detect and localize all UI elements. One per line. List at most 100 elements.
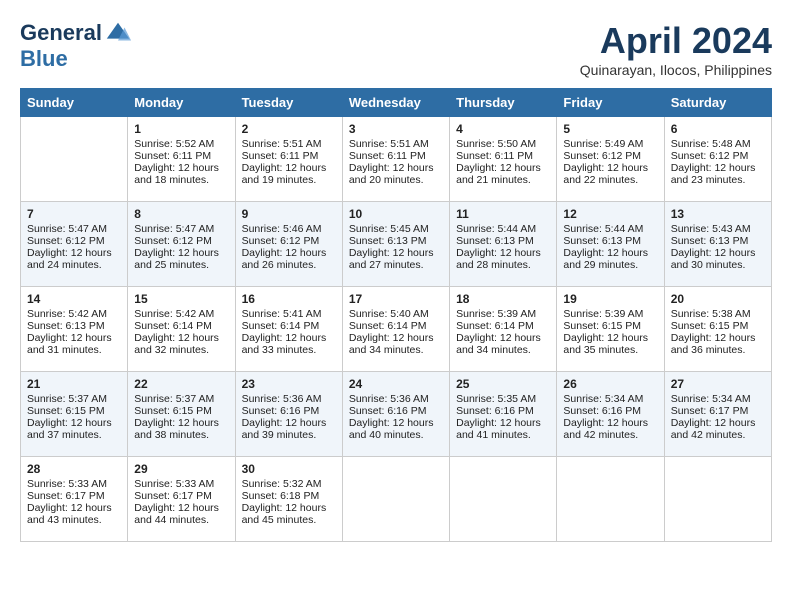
- cell-info-line: and 20 minutes.: [349, 174, 443, 186]
- cell-info-line: Sunset: 6:16 PM: [242, 405, 336, 417]
- cell-info-line: and 38 minutes.: [134, 429, 228, 441]
- cell-info-line: Sunrise: 5:34 AM: [671, 393, 765, 405]
- cell-info-line: Sunrise: 5:48 AM: [671, 138, 765, 150]
- calendar-cell: 23Sunrise: 5:36 AMSunset: 6:16 PMDayligh…: [235, 372, 342, 457]
- cell-info-line: Sunset: 6:15 PM: [27, 405, 121, 417]
- calendar-cell: 1 Sunrise: 5:52 AMSunset: 6:11 PMDaylight…: [128, 117, 235, 202]
- calendar-cell: 8Sunrise: 5:47 AMSunset: 6:12 PMDaylight…: [128, 202, 235, 287]
- cell-info-line: Sunrise: 5:34 AM: [563, 393, 657, 405]
- day-number: 21: [27, 377, 121, 391]
- calendar-cell: 25Sunrise: 5:35 AMSunset: 6:16 PMDayligh…: [450, 372, 557, 457]
- cell-info-line: Daylight: 12 hours: [242, 417, 336, 429]
- day-number: 5: [563, 122, 657, 136]
- calendar-cell: 29 Sunrise: 5:33 AMSunset: 6:17 PMDayligh…: [128, 457, 235, 542]
- cell-info-line: Daylight: 12 hours: [27, 417, 121, 429]
- cell-info-line: Daylight: 12 hours: [349, 417, 443, 429]
- weekday-header: Tuesday: [235, 89, 342, 117]
- day-number: 1: [134, 122, 228, 136]
- day-number: 24: [349, 377, 443, 391]
- day-number: 22: [134, 377, 228, 391]
- cell-info-line: Sunrise: 5:37 AM: [27, 393, 121, 405]
- cell-info-line: Sunrise: 5:32 AM: [242, 478, 336, 490]
- cell-info-line: Daylight: 12 hours: [134, 162, 228, 174]
- cell-info-line: Daylight: 12 hours: [242, 502, 336, 514]
- cell-info-line: Sunset: 6:16 PM: [456, 405, 550, 417]
- calendar-cell: [664, 457, 771, 542]
- day-number: 25: [456, 377, 550, 391]
- cell-info-line: and 45 minutes.: [242, 514, 336, 526]
- day-number: 20: [671, 292, 765, 306]
- logo-line2: Blue: [20, 48, 132, 70]
- cell-info-line: Sunrise: 5:49 AM: [563, 138, 657, 150]
- cell-info-line: Sunrise: 5:36 AM: [349, 393, 443, 405]
- cell-info-line: Sunset: 6:13 PM: [563, 235, 657, 247]
- calendar-cell: 3Sunrise: 5:51 AMSunset: 6:11 PMDaylight…: [342, 117, 449, 202]
- calendar-cell: 17Sunrise: 5:40 AMSunset: 6:14 PMDayligh…: [342, 287, 449, 372]
- day-number: 23: [242, 377, 336, 391]
- cell-info-line: Sunrise: 5:44 AM: [563, 223, 657, 235]
- cell-info-line: Daylight: 12 hours: [349, 332, 443, 344]
- day-number: 10: [349, 207, 443, 221]
- cell-info-line: Daylight: 12 hours: [563, 417, 657, 429]
- cell-info-line: and 39 minutes.: [242, 429, 336, 441]
- calendar-cell: 2Sunrise: 5:51 AMSunset: 6:11 PMDaylight…: [235, 117, 342, 202]
- cell-info-line: Daylight: 12 hours: [134, 502, 228, 514]
- calendar-cell: 9Sunrise: 5:46 AMSunset: 6:12 PMDaylight…: [235, 202, 342, 287]
- cell-info-line: Sunset: 6:11 PM: [456, 150, 550, 162]
- weekday-header: Friday: [557, 89, 664, 117]
- cell-info-line: Sunrise: 5:44 AM: [456, 223, 550, 235]
- weekday-header: Saturday: [664, 89, 771, 117]
- calendar-cell: 10Sunrise: 5:45 AMSunset: 6:13 PMDayligh…: [342, 202, 449, 287]
- cell-info-line: and 22 minutes.: [563, 174, 657, 186]
- calendar-cell: 16Sunrise: 5:41 AMSunset: 6:14 PMDayligh…: [235, 287, 342, 372]
- cell-info-line: Sunset: 6:14 PM: [349, 320, 443, 332]
- cell-info-line: Daylight: 12 hours: [563, 332, 657, 344]
- calendar-cell: 5Sunrise: 5:49 AMSunset: 6:12 PMDaylight…: [557, 117, 664, 202]
- day-number: 19: [563, 292, 657, 306]
- cell-info-line: and 21 minutes.: [456, 174, 550, 186]
- cell-info-line: Daylight: 12 hours: [134, 332, 228, 344]
- cell-info-line: and 28 minutes.: [456, 259, 550, 271]
- title-area: April 2024 Quinarayan, Ilocos, Philippin…: [580, 20, 772, 78]
- day-number: 13: [671, 207, 765, 221]
- day-number: 6: [671, 122, 765, 136]
- cell-info-line: and 34 minutes.: [456, 344, 550, 356]
- cell-info-line: Sunrise: 5:33 AM: [27, 478, 121, 490]
- cell-info-line: and 29 minutes.: [563, 259, 657, 271]
- day-number: 29: [134, 462, 228, 476]
- cell-info-line: Sunset: 6:13 PM: [456, 235, 550, 247]
- cell-info-line: Sunset: 6:16 PM: [563, 405, 657, 417]
- cell-info-line: Sunset: 6:11 PM: [134, 150, 228, 162]
- cell-info-line: Daylight: 12 hours: [134, 417, 228, 429]
- calendar-cell: 27Sunrise: 5:34 AMSunset: 6:17 PMDayligh…: [664, 372, 771, 457]
- cell-info-line: Sunrise: 5:42 AM: [27, 308, 121, 320]
- cell-info-line: Sunset: 6:13 PM: [671, 235, 765, 247]
- calendar-cell: 19Sunrise: 5:39 AMSunset: 6:15 PMDayligh…: [557, 287, 664, 372]
- cell-info-line: Sunset: 6:16 PM: [349, 405, 443, 417]
- day-number: 18: [456, 292, 550, 306]
- calendar-cell: 4Sunrise: 5:50 AMSunset: 6:11 PMDaylight…: [450, 117, 557, 202]
- day-number: 9: [242, 207, 336, 221]
- cell-info-line: Sunset: 6:17 PM: [134, 490, 228, 502]
- cell-info-line: Sunset: 6:12 PM: [671, 150, 765, 162]
- calendar-table: SundayMondayTuesdayWednesdayThursdayFrid…: [20, 88, 772, 542]
- cell-info-line: and 19 minutes.: [242, 174, 336, 186]
- cell-info-line: Sunrise: 5:51 AM: [349, 138, 443, 150]
- cell-info-line: and 27 minutes.: [349, 259, 443, 271]
- calendar-cell: 13Sunrise: 5:43 AMSunset: 6:13 PMDayligh…: [664, 202, 771, 287]
- cell-info-line: Daylight: 12 hours: [563, 247, 657, 259]
- cell-info-line: Sunrise: 5:46 AM: [242, 223, 336, 235]
- cell-info-line: Daylight: 12 hours: [671, 417, 765, 429]
- cell-info-line: Sunrise: 5:51 AM: [242, 138, 336, 150]
- day-number: 30: [242, 462, 336, 476]
- cell-info-line: and 18 minutes.: [134, 174, 228, 186]
- cell-info-line: Sunset: 6:11 PM: [242, 150, 336, 162]
- day-number: 27: [671, 377, 765, 391]
- day-number: 11: [456, 207, 550, 221]
- cell-info-line: Sunrise: 5:52 AM: [134, 138, 228, 150]
- day-number: 12: [563, 207, 657, 221]
- cell-info-line: Sunrise: 5:33 AM: [134, 478, 228, 490]
- calendar-cell: 7Sunrise: 5:47 AMSunset: 6:12 PMDaylight…: [21, 202, 128, 287]
- cell-info-line: Sunset: 6:14 PM: [456, 320, 550, 332]
- calendar-header-row: SundayMondayTuesdayWednesdayThursdayFrid…: [21, 89, 772, 117]
